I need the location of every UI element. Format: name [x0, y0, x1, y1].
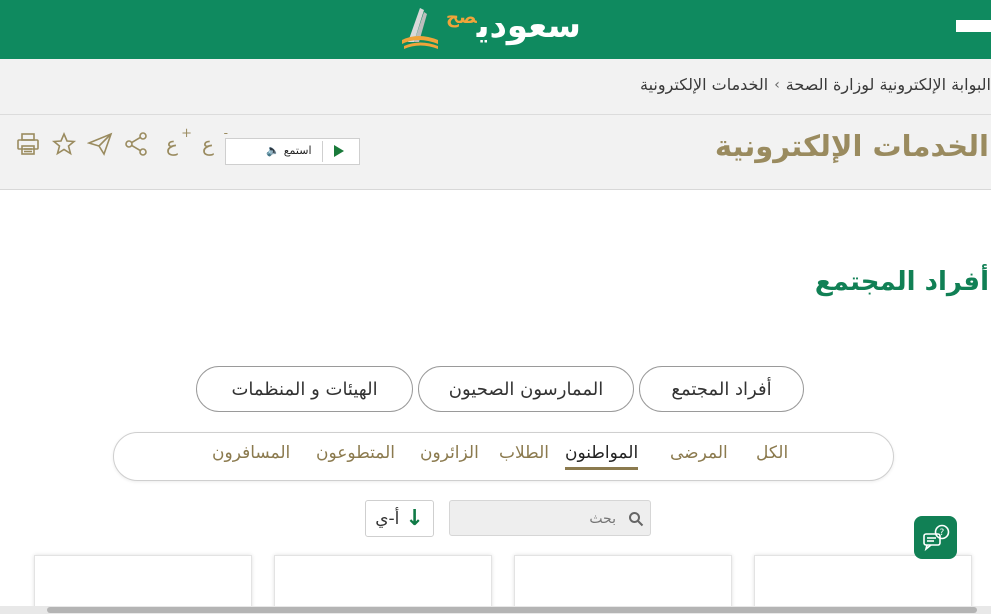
breadcrumb-separator: › [774, 76, 780, 93]
listen-divider [322, 141, 323, 162]
section-title: أفراد المجتمع [814, 267, 989, 297]
sort-label: أ-ي [375, 508, 400, 529]
star-icon [51, 131, 77, 156]
favorite-button[interactable] [50, 130, 78, 158]
category-community[interactable]: أفراد المجتمع [639, 366, 804, 412]
breadcrumb-item-eservices[interactable]: الخدمات الإلكترونية [640, 75, 768, 94]
site-logo[interactable]: سعوديصح [398, 0, 581, 52]
filter-tab-visitors[interactable]: الزائرون [420, 443, 479, 467]
font-increase-button[interactable]: ع + [158, 126, 192, 158]
filter-tab-students[interactable]: الطلاب [499, 443, 549, 467]
play-icon[interactable] [334, 145, 344, 157]
font-increase-icon: ع [166, 132, 178, 156]
scroll-left-arrow-icon[interactable] [0, 606, 10, 614]
title-row: الخدمات الإلكترونية ع + ع - 🔈 استمع [0, 115, 991, 190]
filter-tabs: الكل المرضى المواطنون الطلاب الزائرون ال… [113, 432, 894, 481]
share-button[interactable] [122, 130, 150, 158]
filter-tab-all[interactable]: الكل [756, 443, 788, 467]
print-button[interactable] [14, 130, 42, 158]
logo-sub: صح [446, 7, 477, 28]
listen-player[interactable]: 🔈 استمع [225, 138, 360, 165]
search-box [449, 500, 651, 536]
listen-label-group: 🔈 استمع [266, 144, 312, 157]
plus-icon: + [181, 126, 192, 141]
category-practitioners[interactable]: الممارسون الصحيون [418, 366, 634, 412]
svg-text:?: ? [939, 528, 944, 538]
breadcrumb: البوابة الإلكترونية لوزارة الصحة › الخدم… [640, 75, 991, 94]
page-tools: ع + ع- [14, 126, 228, 158]
filter-tab-travelers[interactable]: المسافرون [212, 443, 290, 467]
send-icon [87, 132, 113, 156]
font-decrease-icon: ع [202, 132, 214, 156]
logo-word: سعودي [476, 6, 581, 46]
filter-tab-volunteers[interactable]: المتطوعون [316, 443, 395, 467]
chat-icon: ? [922, 524, 949, 551]
breadcrumb-row: البوابة الإلكترونية لوزارة الصحة › الخدم… [0, 59, 991, 115]
scrollbar-thumb[interactable] [47, 607, 977, 613]
search-icon[interactable] [628, 511, 644, 527]
page-title: الخدمات الإلكترونية [714, 129, 989, 163]
category-organizations[interactable]: الهيئات و المنظمات [196, 366, 413, 412]
speaker-icon: 🔈 [266, 144, 280, 157]
search-input[interactable] [456, 507, 616, 531]
arrow-down-icon: ↓ [405, 505, 424, 531]
filter-tab-patients[interactable]: المرضى [670, 443, 728, 467]
filter-tab-citizens[interactable]: المواطنون [565, 443, 639, 470]
share-icon [125, 132, 147, 156]
font-decrease-button[interactable]: ع- [194, 126, 228, 158]
breadcrumb-item-portal[interactable]: البوابة الإلكترونية لوزارة الصحة [786, 75, 991, 94]
print-icon [17, 133, 39, 155]
send-button[interactable] [86, 130, 114, 158]
menu-toggle[interactable] [956, 20, 991, 32]
chat-button[interactable]: ? [914, 516, 957, 559]
logo-mark-icon [402, 8, 438, 49]
top-header: سعوديصح [0, 0, 991, 59]
logo-text: سعوديصح [446, 6, 581, 46]
listen-label: استمع [283, 144, 312, 157]
horizontal-scrollbar[interactable] [0, 606, 991, 614]
sort-button[interactable]: أ-ي ↓ [365, 500, 434, 537]
